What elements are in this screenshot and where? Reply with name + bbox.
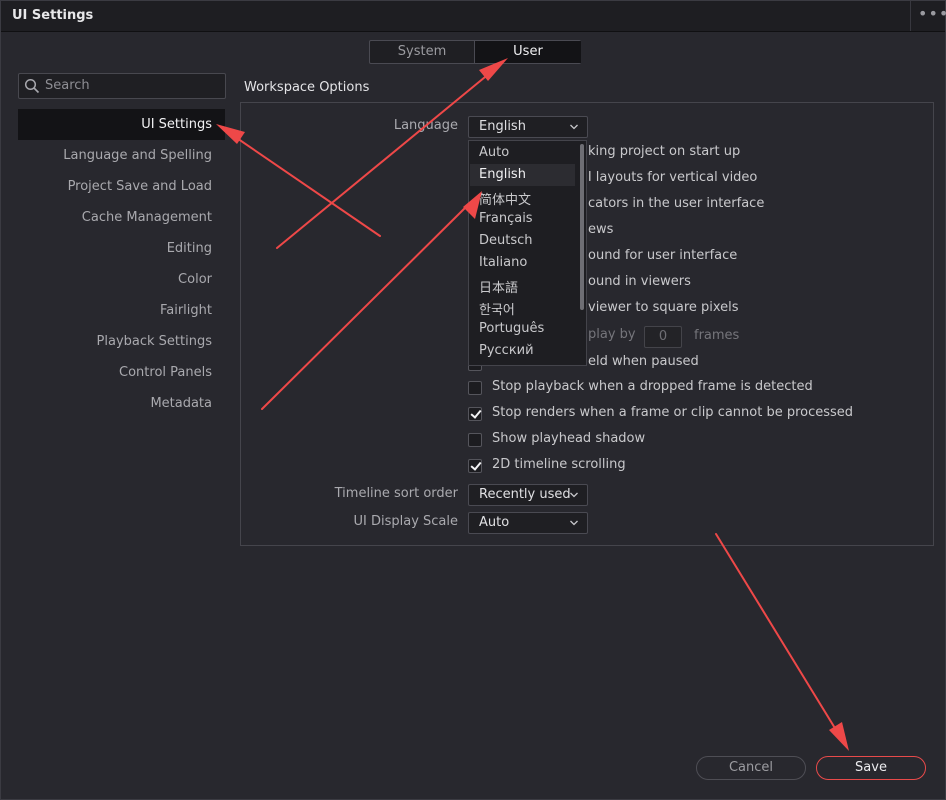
annotation-arrows <box>216 58 849 751</box>
annotation-arrowhead <box>463 191 482 219</box>
annotation-arrow <box>276 67 497 249</box>
annotation-arrowhead <box>829 722 849 751</box>
annotation-arrow <box>715 533 842 739</box>
annotation-arrow <box>227 131 381 237</box>
